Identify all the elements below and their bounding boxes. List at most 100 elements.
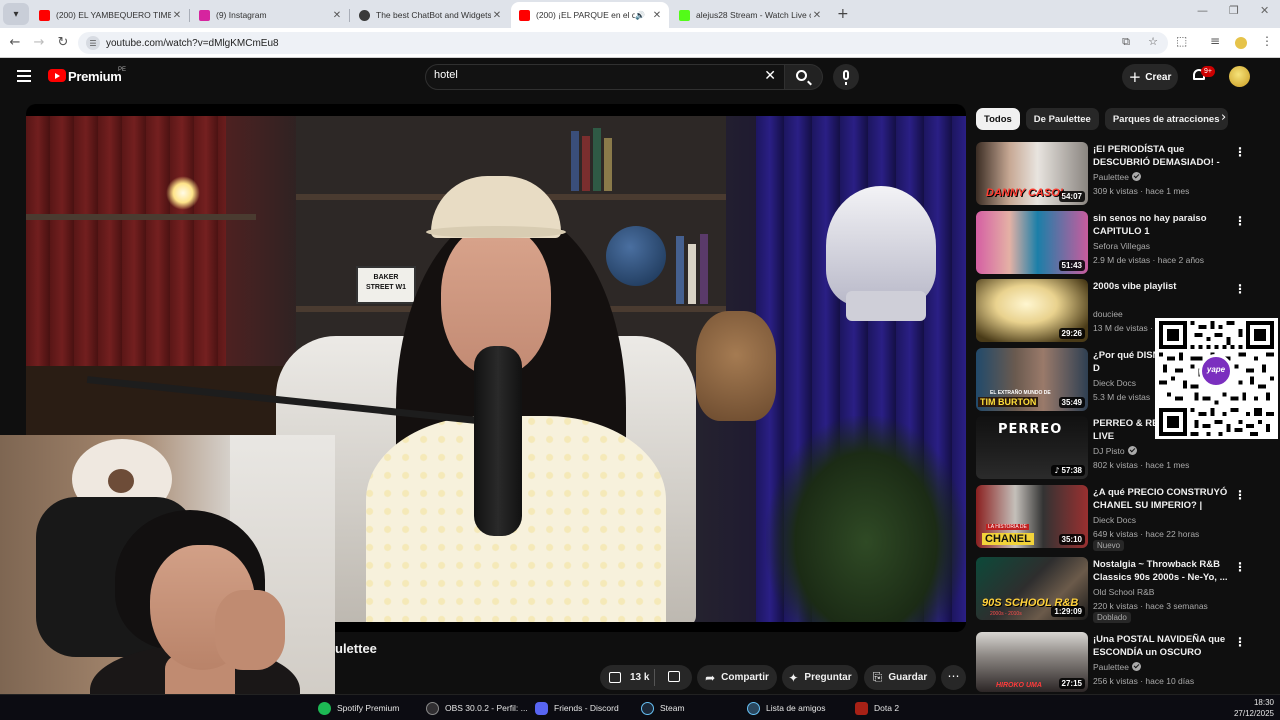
- menu-icon[interactable]: [17, 70, 31, 85]
- card-title[interactable]: ¿A qué PRECIO CONSTRUYÓ CHANEL SU IMPERI…: [1093, 486, 1231, 513]
- card-menu-icon[interactable]: ⋮: [1234, 145, 1246, 159]
- back-icon[interactable]: ←: [3, 35, 27, 50]
- recommendation-card[interactable]: LA HISTORIA DE CHANEL 35:10 ¿A qué PRECI…: [976, 485, 1266, 551]
- browser-tab[interactable]: The best ChatBot and Widgets ✕: [351, 2, 509, 28]
- search-button[interactable]: [785, 64, 823, 90]
- more-actions-icon[interactable]: ⋯: [941, 665, 966, 690]
- search-input[interactable]: [434, 69, 734, 81]
- ask-button[interactable]: ✦ Preguntar: [782, 665, 858, 690]
- card-title[interactable]: ¡Una POSTAL NAVIDEÑA que ESCONDÍA un OSC…: [1093, 633, 1231, 660]
- url-text[interactable]: youtube.com/watch?v=dMlgKMCmEu8: [106, 38, 279, 49]
- browser-tab[interactable]: (200) EL YAMBEQUERO TIMBA ✕: [31, 2, 190, 28]
- site-info-icon[interactable]: ☰: [86, 36, 100, 50]
- video-thumbnail[interactable]: PERREO ♪ 57:38: [976, 416, 1088, 479]
- profile-avatar-icon[interactable]: [1235, 37, 1247, 49]
- taskbar-item-dota2[interactable]: Dota 2: [855, 695, 899, 720]
- card-menu-icon[interactable]: ⋮: [1234, 635, 1246, 649]
- browser-tab-active[interactable]: (200) ¡EL PARQUE en el que 🔊 ✕: [511, 2, 669, 28]
- taskbar-item-friends-list[interactable]: Lista de amigos: [747, 695, 826, 720]
- chip-de-paulettee[interactable]: De Paulettee: [1025, 108, 1099, 130]
- dislike-button[interactable]: [655, 670, 692, 685]
- recommendation-card[interactable]: HIROKO UMA 27:15 ¡Una POSTAL NAVIDEÑA qu…: [976, 632, 1266, 692]
- extensions-icon[interactable]: ⬚: [1176, 34, 1187, 48]
- create-button[interactable]: + Crear: [1122, 64, 1178, 90]
- tab-title: The best ChatBot and Widgets: [376, 10, 491, 20]
- taskbar-item-discord[interactable]: Friends - Discord: [535, 695, 619, 720]
- card-channel[interactable]: DJ Pisto: [1093, 446, 1137, 456]
- card-menu-icon[interactable]: ⋮: [1234, 488, 1246, 502]
- recommendation-card[interactable]: DANNY CASOL 54:07 ¡El PERIODÍSTA que DES…: [976, 142, 1266, 206]
- address-bar[interactable]: ☰ youtube.com/watch?v=dMlgKMCmEu8 ⧉ ☆: [78, 32, 1168, 54]
- browser-menu-icon[interactable]: ⋮: [1261, 34, 1273, 48]
- obs-icon: [426, 701, 439, 715]
- recommendation-card[interactable]: 51:43 sin senos no hay paraiso CAPITULO …: [976, 211, 1266, 275]
- clear-search-icon[interactable]: ✕: [764, 68, 776, 84]
- like-button[interactable]: 13 k: [600, 672, 654, 683]
- new-tab-icon[interactable]: +: [837, 6, 849, 22]
- forward-icon[interactable]: →: [27, 35, 51, 50]
- tab-close-icon[interactable]: ✕: [171, 10, 183, 21]
- tab-search-button[interactable]: ▾: [3, 3, 29, 25]
- microphone-icon: [843, 70, 849, 85]
- video-thumbnail[interactable]: 90S SCHOOL R&B 2000s - 2010s 1:29:09: [976, 557, 1088, 620]
- tab-close-icon[interactable]: ✕: [651, 10, 663, 21]
- duration-badge: 1:29:09: [1051, 606, 1085, 617]
- chip-todos[interactable]: Todos: [976, 108, 1020, 130]
- taskbar-item-steam[interactable]: Steam: [641, 695, 685, 720]
- like-count: 13 k: [630, 672, 650, 683]
- youtube-brand[interactable]: Premium: [68, 69, 122, 84]
- card-channel[interactable]: Paulettee: [1093, 172, 1141, 182]
- share-label: Compartir: [721, 672, 769, 683]
- chevron-right-icon[interactable]: ›: [1221, 110, 1226, 125]
- card-title[interactable]: Nostalgia ~ Throwback R&B Classics 90s 2…: [1093, 558, 1231, 584]
- video-thumbnail[interactable]: LA HISTORIA DE CHANEL 35:10: [976, 485, 1088, 548]
- card-channel[interactable]: Paulettee: [1093, 662, 1141, 672]
- tab-close-icon[interactable]: ✕: [491, 10, 503, 21]
- tab-close-icon[interactable]: ✕: [811, 10, 823, 21]
- youtube-logo-icon[interactable]: [48, 69, 66, 82]
- card-title[interactable]: sin senos no hay paraiso CAPITULO 1: [1093, 212, 1231, 238]
- card-meta: 5.3 M de vistas: [1093, 392, 1151, 402]
- card-channel[interactable]: Sefora Villegas: [1093, 241, 1150, 251]
- video-thumbnail[interactable]: HIROKO UMA 27:15: [976, 632, 1088, 692]
- card-channel[interactable]: Dieck Docs: [1093, 378, 1136, 388]
- chip-parques[interactable]: Parques de atracciones: [1104, 108, 1228, 130]
- clock-date: 27/12/2025: [1233, 709, 1274, 718]
- card-title[interactable]: ¡El PERIODÍSTA que DESCUBRIÓ DEMASIADO! …: [1093, 143, 1231, 170]
- restore-icon[interactable]: ❐: [1229, 4, 1239, 17]
- reload-icon[interactable]: ↻: [51, 35, 75, 50]
- taskbar-item-obs[interactable]: OBS 30.0.2 - Perfil: ...: [426, 695, 528, 720]
- video-thumbnail[interactable]: 29:26: [976, 279, 1088, 342]
- voice-search-button[interactable]: [833, 64, 859, 90]
- taskbar-item-spotify[interactable]: Spotify Premium: [318, 695, 399, 720]
- browser-tab[interactable]: (9) Instagram ✕: [191, 2, 350, 28]
- card-meta: 649 k vistas · hace 22 horas: [1093, 529, 1200, 539]
- duration-badge: 51:43: [1058, 260, 1085, 271]
- audio-playing-icon[interactable]: 🔊: [635, 11, 645, 20]
- minimize-icon[interactable]: —: [1197, 4, 1208, 17]
- share-arrow-icon: ➦: [705, 670, 716, 685]
- card-menu-icon[interactable]: ⋮: [1234, 214, 1246, 228]
- account-avatar[interactable]: [1229, 66, 1250, 87]
- globe: [606, 226, 666, 286]
- search-box: ✕: [425, 64, 785, 90]
- card-menu-icon[interactable]: ⋮: [1234, 560, 1246, 574]
- save-button[interactable]: ⎘ Guardar: [864, 665, 936, 690]
- card-channel[interactable]: Dieck Docs: [1093, 515, 1136, 525]
- tab-close-icon[interactable]: ✕: [331, 10, 343, 21]
- video-thumbnail[interactable]: DANNY CASOL 54:07: [976, 142, 1088, 205]
- bookmark-star-icon[interactable]: ☆: [1148, 35, 1158, 48]
- install-app-icon[interactable]: ⧉: [1122, 35, 1130, 49]
- card-channel[interactable]: Old School R&B: [1093, 587, 1154, 597]
- video-thumbnail[interactable]: EL EXTRAÑO MUNDO DE TIM BURTON 35:49: [976, 348, 1088, 411]
- card-title[interactable]: 2000s vibe playlist: [1093, 280, 1231, 293]
- share-button[interactable]: ➦ Compartir: [697, 665, 777, 690]
- media-controls-icon[interactable]: ≡: [1210, 34, 1220, 48]
- window-close-icon[interactable]: ✕: [1260, 4, 1269, 17]
- system-clock[interactable]: 18:30 27/12/2025: [1234, 697, 1274, 719]
- browser-tab[interactable]: alejus28 Stream - Watch Live or ✕: [671, 2, 829, 28]
- video-thumbnail[interactable]: 51:43: [976, 211, 1088, 274]
- card-channel[interactable]: douciee: [1093, 309, 1123, 319]
- card-menu-icon[interactable]: ⋮: [1234, 282, 1246, 296]
- recommendation-card[interactable]: 90S SCHOOL R&B 2000s - 2010s 1:29:09 Nos…: [976, 557, 1266, 623]
